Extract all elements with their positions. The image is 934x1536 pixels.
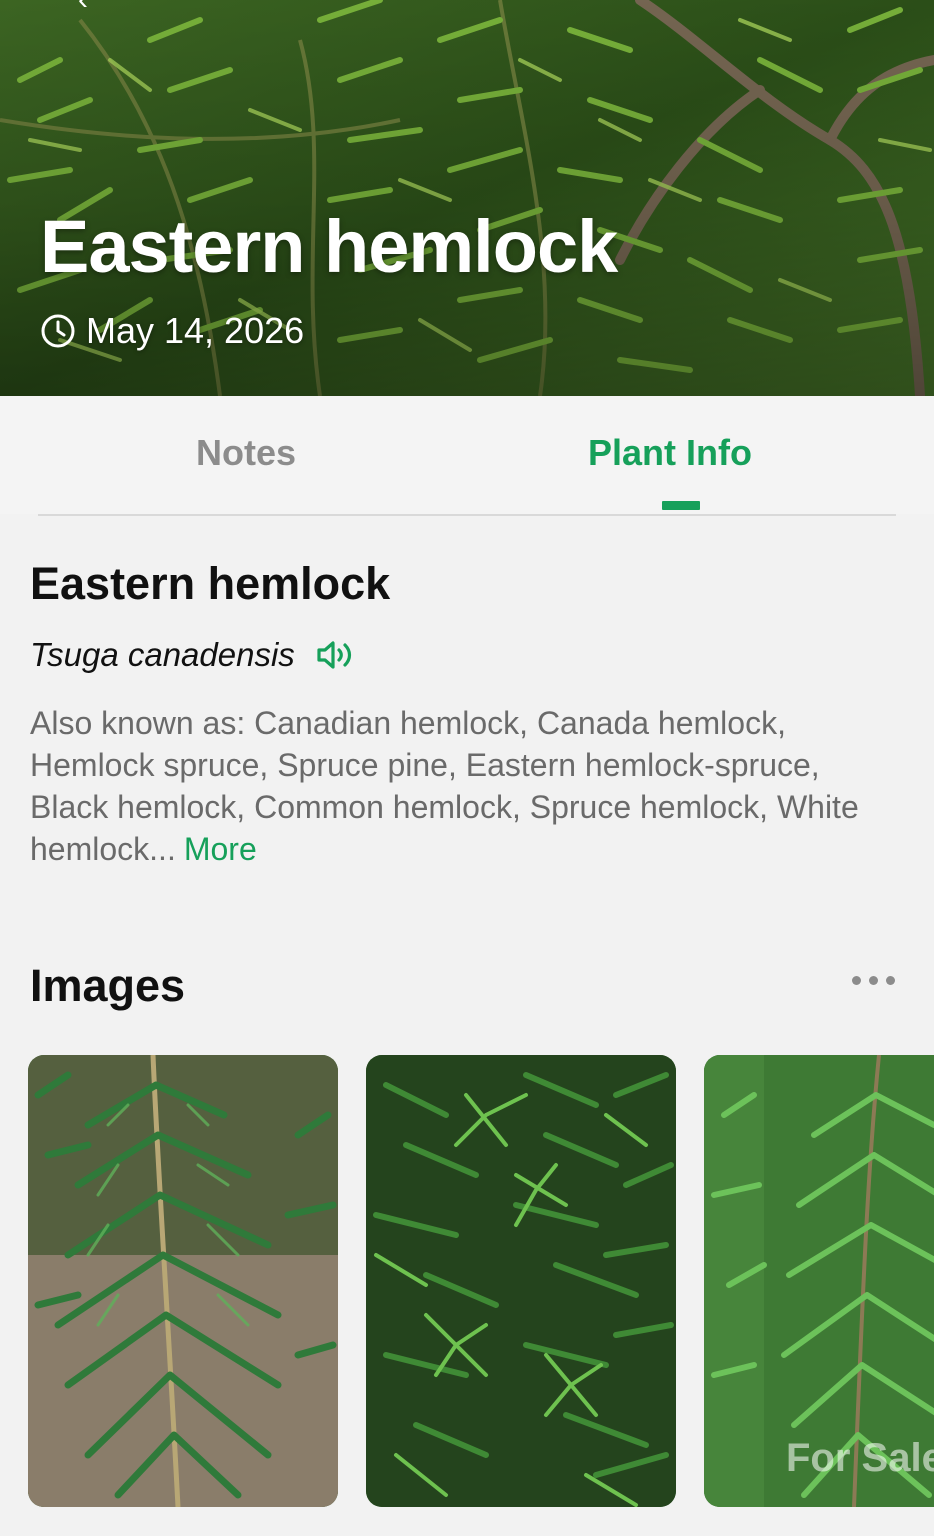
dot: [886, 976, 895, 985]
thumbnail-photo: [28, 1055, 338, 1507]
speaker-icon[interactable]: [315, 639, 355, 671]
hero-date: May 14, 2026: [40, 310, 304, 352]
active-tab-indicator: [662, 501, 700, 510]
scientific-name-row: Tsuga canadensis: [30, 636, 355, 674]
dot: [852, 976, 861, 985]
hero-title: Eastern hemlock: [40, 205, 618, 288]
scientific-name: Tsuga canadensis: [30, 636, 295, 673]
more-link[interactable]: More: [184, 831, 257, 867]
hero-header: ‹ Eastern hemlock May 14, 2026: [0, 0, 934, 396]
tab-plant-info[interactable]: Plant Info: [588, 432, 752, 474]
watermark: For Sale: [786, 1436, 934, 1480]
tab-divider: [38, 514, 896, 516]
also-known-as: Also known as: Canadian hemlock, Canada …: [30, 702, 900, 870]
plant-image-thumbnail[interactable]: [28, 1055, 338, 1507]
plant-common-name: Eastern hemlock: [30, 558, 391, 609]
also-known-as-text: Also known as: Canadian hemlock, Canada …: [30, 705, 859, 867]
tab-bar: Notes Plant Info: [0, 396, 934, 514]
back-icon[interactable]: ‹: [78, 0, 114, 18]
more-dots-icon[interactable]: [852, 976, 895, 985]
tab-notes[interactable]: Notes: [196, 432, 296, 474]
thumbnail-photo: [366, 1055, 676, 1507]
clock-icon: [41, 314, 75, 348]
dot: [869, 976, 878, 985]
images-heading: Images: [30, 960, 186, 1011]
hero-date-text: May 14, 2026: [86, 310, 305, 351]
plant-image-thumbnail[interactable]: [366, 1055, 676, 1507]
